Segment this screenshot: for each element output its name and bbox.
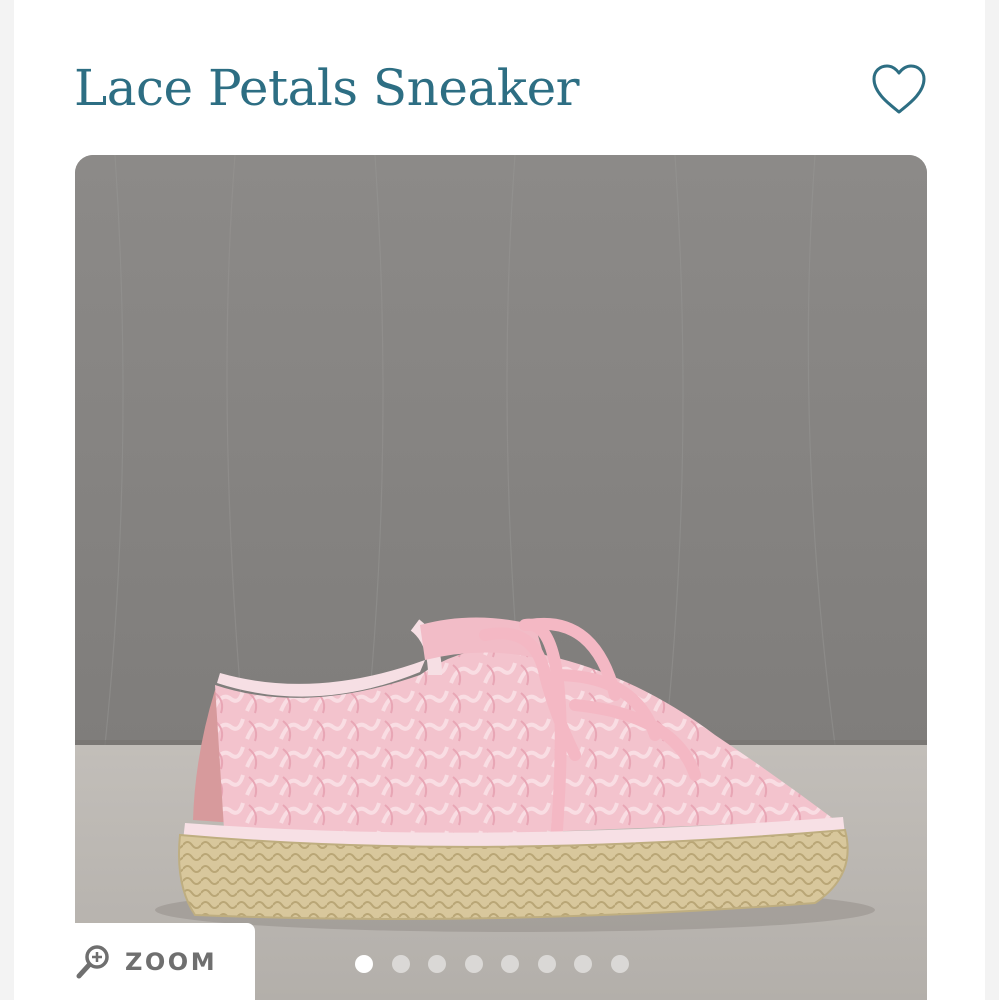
slide-dot-7[interactable] [574,955,592,973]
slide-dot-5[interactable] [501,955,519,973]
slide-dot-6[interactable] [537,955,556,973]
product-title: Lace Petals Sneaker [74,59,580,117]
slide-dot-8[interactable] [610,955,629,973]
zoom-button[interactable]: ZOOM [75,923,255,1000]
page-right-edge [985,0,999,1000]
heart-outline-icon [872,64,926,114]
favorite-button[interactable] [866,56,932,122]
slide-dot-1[interactable] [355,955,373,973]
magnifier-plus-icon [76,944,109,978]
product-photo [75,155,927,1000]
slide-dot-2[interactable] [391,955,410,973]
product-image-gallery[interactable]: ZOOM [75,155,927,1000]
slide-dot-4[interactable] [464,955,483,973]
slide-dot-3[interactable] [428,955,446,973]
zoom-label: ZOOM [125,947,218,976]
slide-indicator [355,955,629,973]
page-left-edge [0,0,14,1000]
